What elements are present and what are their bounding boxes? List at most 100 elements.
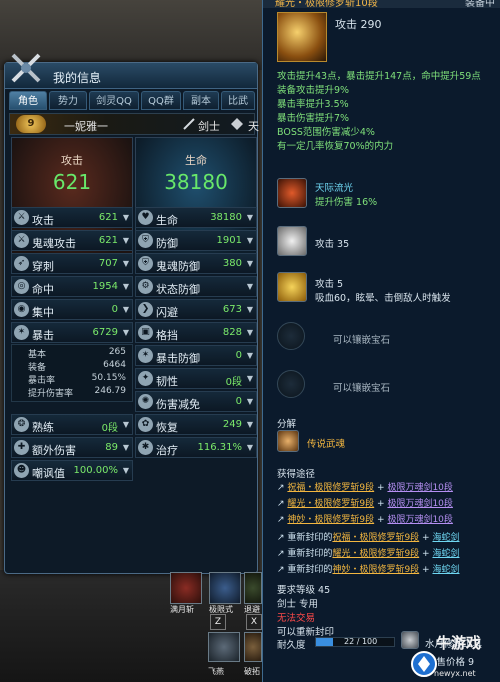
expand-arrow-icon[interactable]: ▼ [247,282,253,291]
upgrade-arrow-icon: ↗ [277,533,285,543]
expand-arrow-icon[interactable]: ▼ [123,236,129,245]
expand-arrow-icon[interactable]: ▼ [123,282,129,291]
crit-detail-label: 提升伤害率 [28,389,74,399]
crit-detail-value: 246.79 [94,386,127,396]
stat-hp[interactable]: ♥ 生命 38180 ▼ [135,207,257,228]
expand-arrow-icon[interactable]: ▼ [247,443,253,452]
stat-healing[interactable]: ✱ 治疗 116.31% ▼ [135,437,257,458]
expand-arrow-icon[interactable]: ▼ [247,213,253,222]
stat-value: 6729 [92,327,118,338]
watermark-text: 牛游戏 [436,634,482,652]
expand-arrow-icon[interactable]: ▼ [247,259,253,268]
stat-critical[interactable]: ✶ 暴击 6729 ▼ [11,322,133,343]
expand-arrow-icon[interactable]: ▼ [247,397,253,406]
stat-attack[interactable]: ⚔ 攻击 621 ▼ [11,207,133,228]
reseal-item-link[interactable]: 耀光・极限修罗斩9段 [332,549,419,559]
extra-damage-icon: ✚ [14,440,29,455]
expand-arrow-icon[interactable]: ▼ [123,305,129,314]
source-material-link[interactable]: 极限万魂剑10段 [387,499,452,509]
obtain-source-row: ↗ 神妙・极限修罗斩9段 + 极限万魂剑10段 [277,515,453,525]
tab-character[interactable]: 角色 [9,91,47,110]
sword-class-icon [183,118,195,130]
attack-summary-label: 攻击 [61,154,83,167]
source-material-link[interactable]: 极限万魂剑10段 [387,483,452,493]
stat-ghost-attack[interactable]: ⚔ 鬼魂攻击 621 ▼ [11,230,133,251]
reseal-source-row: ↗ 重新封印的耀光・极限修罗斩9段 + 海蛇剑 [277,549,460,559]
source-item-link[interactable]: 神妙・极限修罗斩9段 [287,515,374,525]
expand-arrow-icon[interactable]: ▼ [123,443,129,452]
heart-icon: ♥ [138,210,153,225]
hp-summary-value: 38180 [164,170,228,194]
effect-line: 暴击伤害提升7% [277,113,350,124]
stat-taunt[interactable]: ☻ 嘲讽值 100.00% ▼ [11,460,133,481]
stat-evasion[interactable]: ❯ 闪避 673 ▼ [135,299,257,320]
tab-qq-group[interactable]: QQ群 [141,91,181,110]
weapon-attack: 攻击 290 [335,18,382,31]
reseal-item-link[interactable]: 神妙・极限修罗斩9段 [332,565,419,575]
expand-arrow-icon[interactable]: ▼ [247,351,253,360]
stat-label: 生命 [156,214,178,227]
stat-status-defense[interactable]: ⚙ 状态防御 ▼ [135,276,257,297]
critical-detail-box: 基本 265 装备 6464 暴击率 50.15% 提升伤害率 246.79 [11,344,133,402]
stat-crit-defense[interactable]: ✶ 暴击防御 0 ▼ [135,345,257,366]
expand-arrow-icon[interactable]: ▼ [123,213,129,222]
decompose-label: 分解 [277,419,297,430]
pierce-icon: ➶ [14,256,29,271]
stat-focus[interactable]: ◉ 集中 0 ▼ [11,299,133,320]
reseal-note: 可以重新封印 [277,627,335,638]
stat-label: 鬼魂防御 [156,260,200,273]
stat-extra-damage[interactable]: ✚ 额外伤害 89 ▼ [11,437,133,458]
skill-slot-full-moon[interactable] [170,572,202,604]
skill-slot-break[interactable] [244,632,262,662]
reseal-item-link[interactable]: 祝福・极限修罗斩9段 [332,533,419,543]
obtain-source-row: ↗ 祝福・极限修罗斩9段 + 极限万魂剑10段 [277,483,453,493]
tab-arena[interactable]: 比武 [221,91,255,110]
crit-detail-row: 暴击率 50.15% [28,373,128,386]
stat-value: 828 [222,327,242,338]
expand-arrow-icon[interactable]: ▼ [123,328,129,337]
stat-value: 0 [235,396,242,407]
damage-reduction-icon: ✺ [138,394,153,409]
expand-arrow-icon[interactable]: ▼ [247,328,253,337]
crossed-swords-icon [11,53,41,83]
taunt-icon: ☻ [14,463,29,478]
reseal-material-link[interactable]: 海蛇剑 [432,565,459,575]
expand-arrow-icon[interactable]: ▼ [123,420,129,429]
skill-slot-retreat[interactable] [244,572,262,604]
tab-faction[interactable]: 势力 [49,91,87,110]
stat-block[interactable]: ▣ 格挡 828 ▼ [135,322,257,343]
stat-accuracy[interactable]: ◎ 命中 1954 ▼ [11,276,133,297]
block-icon: ▣ [138,325,153,340]
expand-arrow-icon[interactable]: ▼ [123,259,129,268]
source-item-link[interactable]: 祝福・极限修罗斩9段 [287,483,374,493]
stat-mastery[interactable]: ❂ 熟练 0段 ▼ [11,414,133,435]
skill-slot-flying-swallow[interactable] [208,632,240,662]
expand-arrow-icon[interactable]: ▼ [247,305,253,314]
source-material-link[interactable]: 极限万魂剑10段 [387,515,452,525]
stat-pierce[interactable]: ➶ 穿刺 707 ▼ [11,253,133,274]
stat-damage-reduction[interactable]: ✺ 伤害减免 0 ▼ [135,391,257,412]
skill-name: 飞燕 [208,667,224,676]
expand-arrow-icon[interactable]: ▼ [247,374,253,383]
source-item-link[interactable]: 耀光・极限修罗斩9段 [287,499,374,509]
tab-bns-qq[interactable]: 剑灵QQ [89,91,139,110]
empty-slot-text: 可以镶嵌宝石 [333,335,391,346]
tab-dungeon[interactable]: 副本 [183,91,219,110]
stat-recovery[interactable]: ✿ 恢复 249 ▼ [135,414,257,435]
reseal-material-link[interactable]: 海蛇剑 [432,533,459,543]
stat-ghost-defense[interactable]: ⛨ 鬼魂防御 380 ▼ [135,253,257,274]
stat-value: 380 [222,258,242,269]
stat-value: 38180 [210,212,242,223]
empty-gem-slot[interactable] [277,370,305,398]
panel-header[interactable]: 我的信息 [5,53,257,89]
stat-defense[interactable]: ⛨ 防御 1901 ▼ [135,230,257,251]
expand-arrow-icon[interactable]: ▼ [123,466,129,475]
skill-slot-extreme[interactable] [209,572,241,604]
stat-toughness[interactable]: ✦ 韧性 0段 ▼ [135,368,257,389]
expand-arrow-icon[interactable]: ▼ [247,420,253,429]
reseal-material-link[interactable]: 海蛇剑 [432,549,459,559]
empty-gem-slot[interactable] [277,322,305,350]
stat-label: 集中 [32,306,54,319]
stat-label: 穿刺 [32,260,54,273]
expand-arrow-icon[interactable]: ▼ [247,236,253,245]
